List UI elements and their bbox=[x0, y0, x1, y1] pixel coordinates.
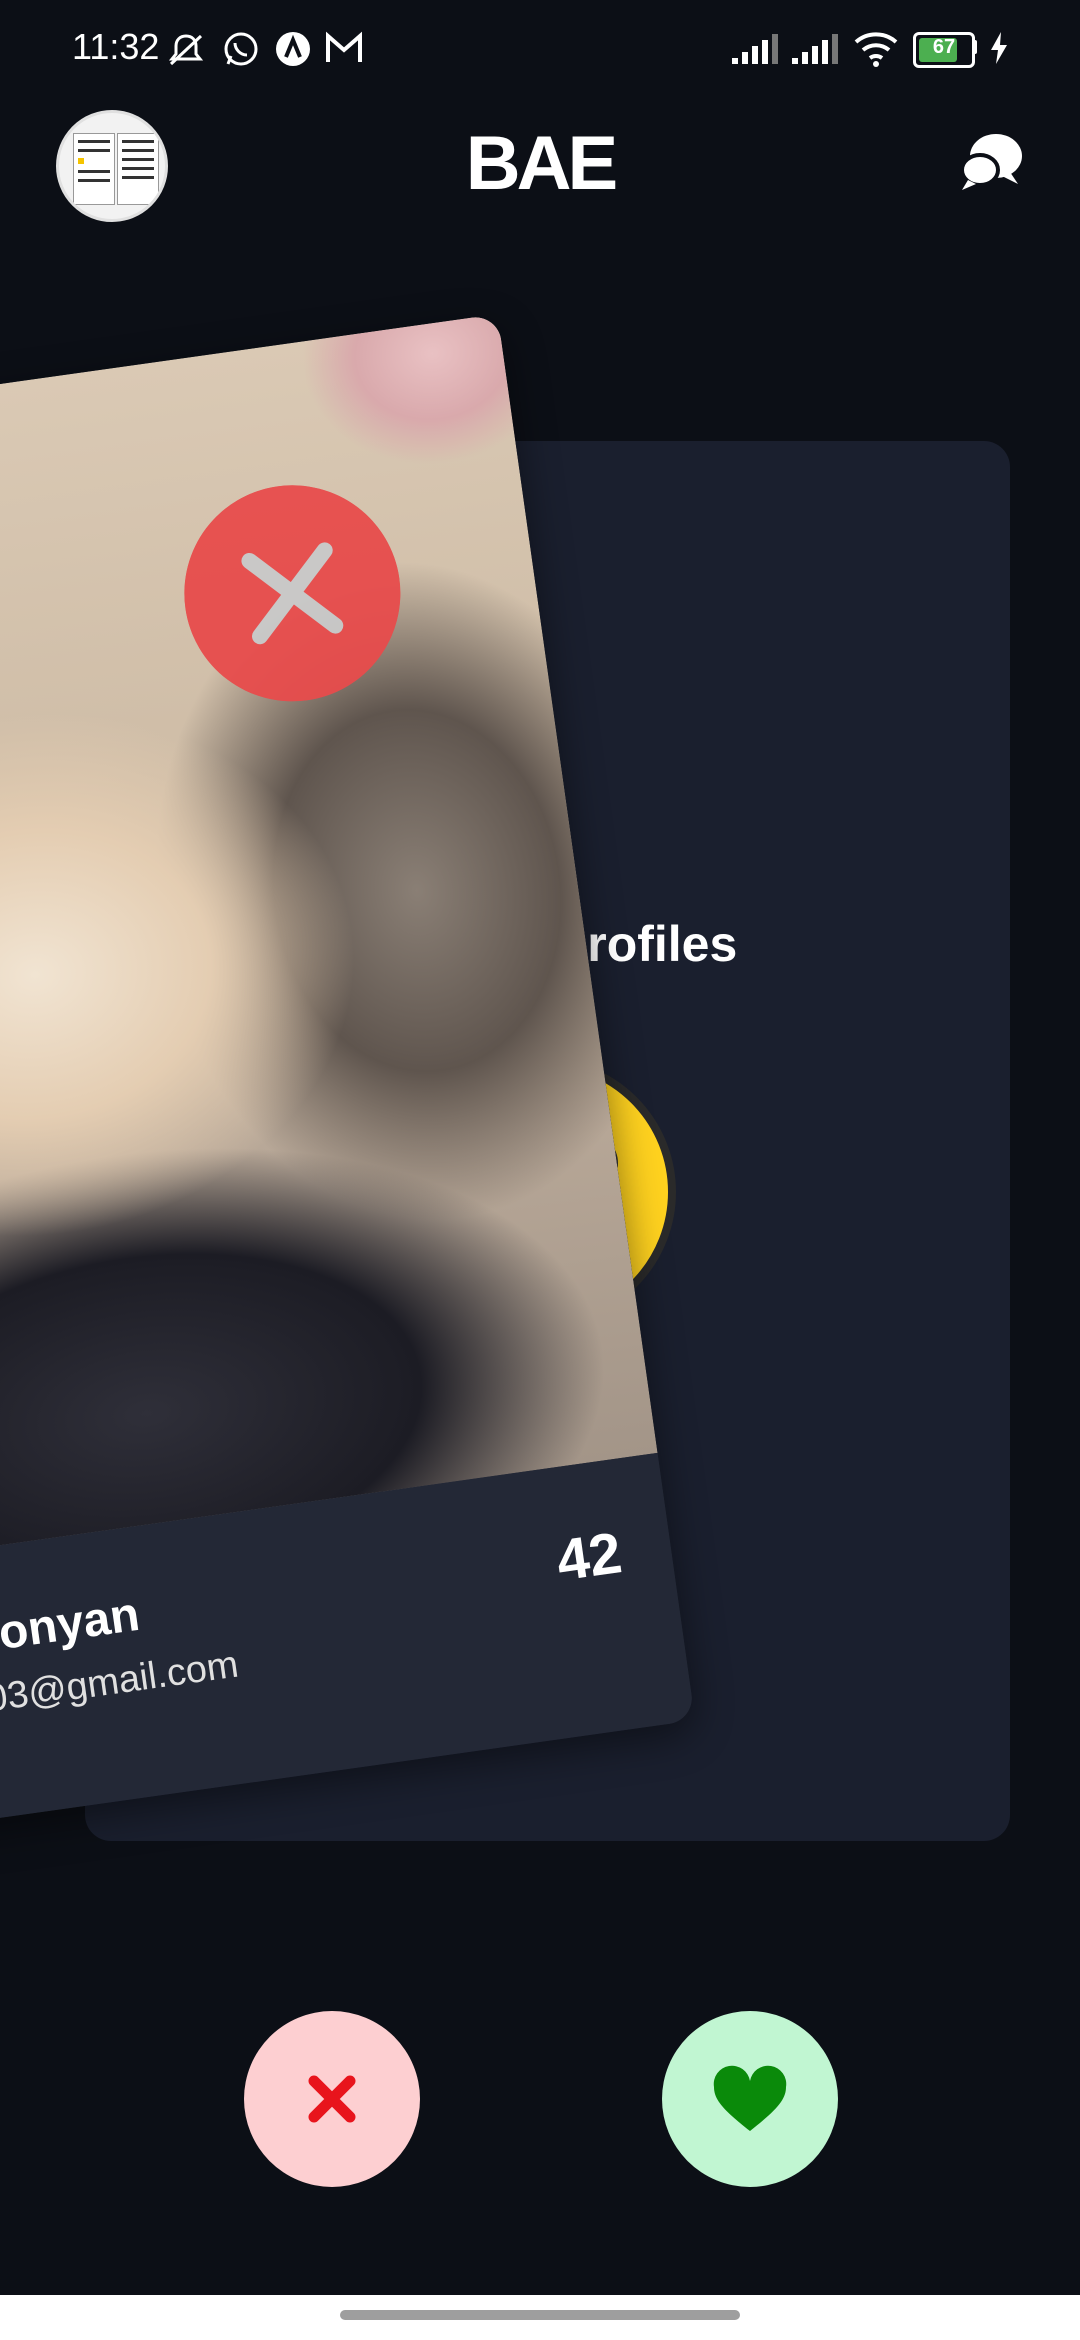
profile-name: monyan bbox=[0, 1587, 143, 1666]
close-icon bbox=[308, 2075, 356, 2123]
like-button[interactable] bbox=[662, 2011, 838, 2187]
status-bar: 11:32 67 bbox=[0, 0, 1080, 96]
status-time: 11:32 bbox=[72, 26, 160, 67]
signal-icon bbox=[792, 34, 838, 64]
chat-bubbles-icon[interactable] bbox=[958, 130, 1024, 196]
battery-level: 67 bbox=[932, 36, 956, 58]
app-title: BAE bbox=[465, 121, 618, 206]
mute-icon bbox=[168, 34, 204, 66]
dislike-button[interactable] bbox=[244, 2011, 420, 2187]
home-indicator[interactable] bbox=[340, 2310, 740, 2320]
whatsapp-icon bbox=[224, 32, 258, 66]
signal-icon bbox=[732, 34, 778, 64]
heart-icon bbox=[713, 2065, 787, 2131]
wifi-icon bbox=[854, 32, 898, 67]
battery-icon: 67 bbox=[913, 32, 975, 68]
profile-age: 42 bbox=[552, 1520, 626, 1594]
charging-icon bbox=[991, 32, 1007, 64]
gmail-icon bbox=[326, 31, 362, 62]
app-icon bbox=[276, 32, 310, 66]
